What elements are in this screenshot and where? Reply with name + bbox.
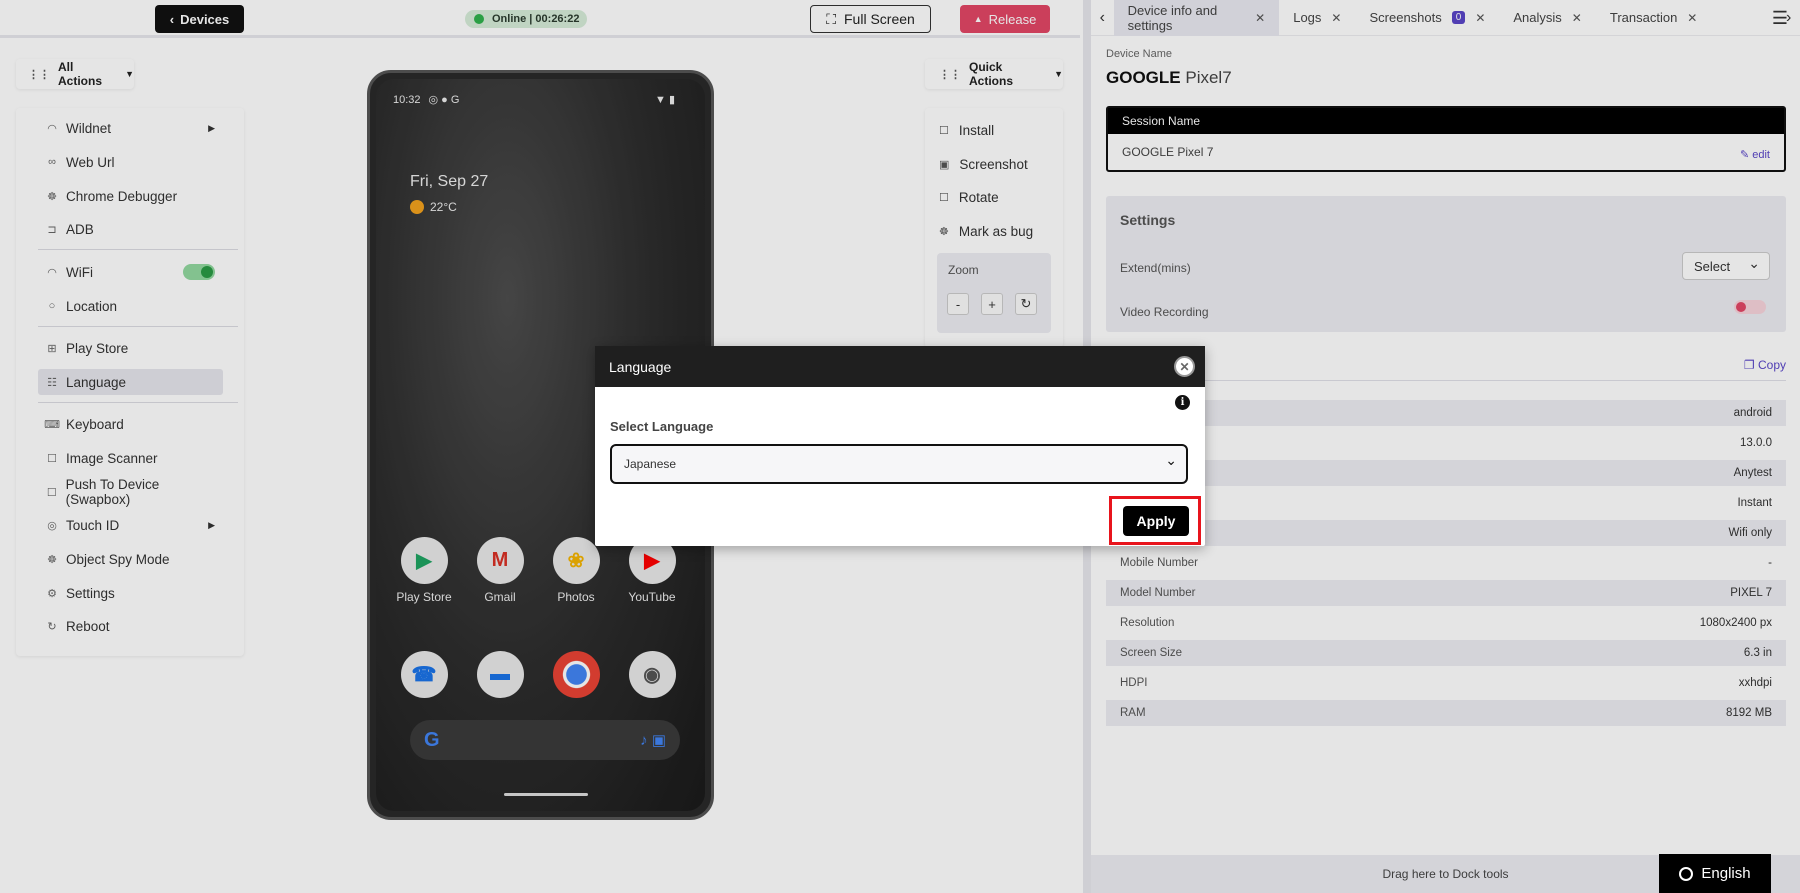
close-icon[interactable]: ✕ bbox=[1174, 356, 1195, 377]
modal-header: Language ✕ bbox=[595, 346, 1205, 387]
globe-icon bbox=[1679, 866, 1694, 881]
language-modal: Language ✕ i Select Language Japanese Ap… bbox=[595, 346, 1205, 546]
select-language-label: Select Language bbox=[610, 419, 714, 434]
language-button-label: English bbox=[1701, 865, 1751, 882]
modal-title: Language bbox=[609, 358, 672, 375]
apply-button[interactable]: Apply bbox=[1123, 506, 1189, 536]
info-icon[interactable]: i bbox=[1175, 395, 1190, 410]
language-toggle-button[interactable]: English bbox=[1659, 854, 1771, 893]
language-select[interactable]: Japanese bbox=[610, 444, 1188, 484]
